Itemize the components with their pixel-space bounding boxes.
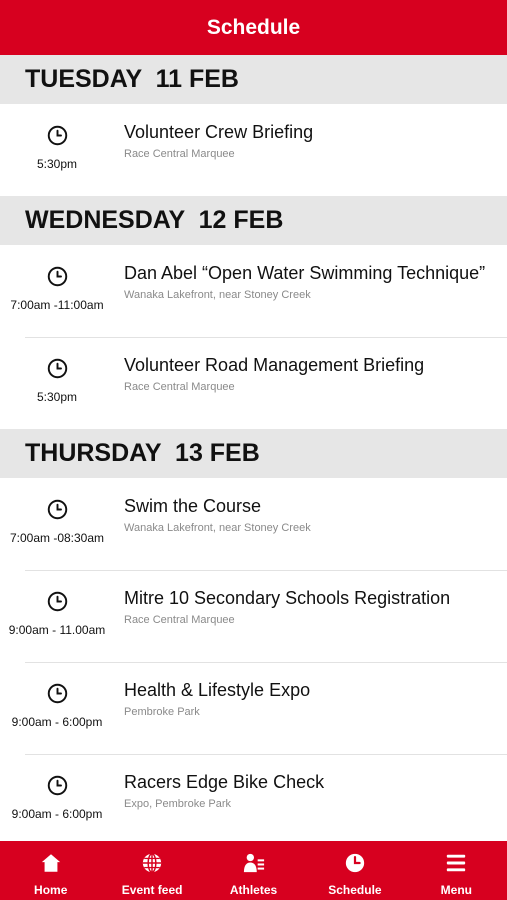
app-header: Schedule bbox=[0, 0, 507, 55]
globe-icon bbox=[142, 853, 162, 873]
event-item[interactable]: 9:00am - 11.00am Mitre 10 Secondary Scho… bbox=[0, 570, 507, 662]
event-time: 7:00am -11:00am bbox=[10, 298, 104, 312]
home-icon bbox=[41, 854, 60, 872]
event-location: Race Central Marquee bbox=[124, 614, 235, 626]
event-time: 7:00am -08:30am bbox=[9, 531, 105, 545]
clock-icon bbox=[47, 125, 68, 146]
clock-icon bbox=[47, 591, 68, 612]
day-header-thursday: THURSDAY 13 FEB bbox=[0, 429, 507, 478]
tab-home[interactable]: Home bbox=[0, 841, 101, 900]
bottom-tab-bar: Home Event feed Athletes Schedule Menu bbox=[0, 841, 507, 900]
event-item[interactable]: 7:00am -08:30am Swim the Course Wanaka L… bbox=[0, 478, 507, 570]
event-item[interactable]: 5:30pm Volunteer Road Management Briefin… bbox=[0, 337, 507, 429]
tab-label: Schedule bbox=[328, 883, 382, 897]
event-time: 5:30pm bbox=[36, 157, 78, 171]
day-header-wednesday: WEDNESDAY 12 FEB bbox=[0, 196, 507, 245]
event-title: Volunteer Road Management Briefing bbox=[124, 355, 425, 375]
event-item[interactable]: 9:00am - 6:00pm Racers Edge Bike Check E… bbox=[0, 754, 507, 841]
schedule-list[interactable]: TUESDAY 11 FEB 5:30pm Volunteer Crew Bri… bbox=[0, 55, 507, 841]
event-time: 5:30pm bbox=[36, 390, 78, 404]
page-title: Schedule bbox=[206, 15, 301, 39]
tab-label: Event feed bbox=[121, 883, 183, 897]
event-time: 9:00am - 6:00pm bbox=[11, 807, 103, 821]
event-item[interactable]: 7:00am -11:00am Dan Abel “Open Water Swi… bbox=[0, 245, 507, 337]
tab-schedule[interactable]: Schedule bbox=[304, 841, 405, 900]
clock-icon bbox=[47, 683, 68, 704]
tab-event-feed[interactable]: Event feed bbox=[101, 841, 202, 900]
event-time: 9:00am - 11.00am bbox=[8, 623, 106, 637]
tab-menu[interactable]: Menu bbox=[406, 841, 507, 900]
event-time-column: 5:30pm bbox=[0, 337, 114, 429]
clock-icon bbox=[47, 266, 68, 287]
event-location: Wanaka Lakefront, near Stoney Creek bbox=[124, 522, 311, 534]
app-screen: Schedule TUESDAY 11 FEB 5:30pm Volunteer… bbox=[0, 0, 507, 900]
event-title: Health & Lifestyle Expo bbox=[124, 680, 311, 700]
tab-label: Menu bbox=[440, 883, 472, 897]
event-location: Wanaka Lakefront, near Stoney Creek bbox=[124, 289, 311, 301]
event-time-column: 9:00am - 11.00am bbox=[0, 570, 114, 662]
event-item[interactable]: 5:30pm Volunteer Crew Briefing Race Cent… bbox=[0, 104, 507, 196]
day-header-tuesday: TUESDAY 11 FEB bbox=[0, 55, 507, 104]
clock-icon bbox=[47, 358, 68, 379]
event-location: Race Central Marquee bbox=[124, 148, 235, 160]
athletes-icon bbox=[243, 853, 264, 873]
event-time: 9:00am - 6:00pm bbox=[11, 715, 103, 729]
event-title: Dan Abel “Open Water Swimming Technique” bbox=[124, 263, 486, 283]
menu-icon bbox=[447, 854, 466, 872]
event-time-column: 7:00am -11:00am bbox=[0, 245, 114, 337]
event-title: Swim the Course bbox=[124, 496, 262, 516]
clock-icon bbox=[47, 499, 68, 520]
event-item[interactable]: 9:00am - 6:00pm Health & Lifestyle Expo … bbox=[0, 662, 507, 754]
tab-athletes[interactable]: Athletes bbox=[203, 841, 304, 900]
event-location: Expo, Pembroke Park bbox=[124, 798, 231, 810]
event-location: Race Central Marquee bbox=[124, 381, 235, 393]
event-title: Racers Edge Bike Check bbox=[124, 772, 325, 792]
tab-label: Home bbox=[34, 883, 68, 897]
event-time-column: 9:00am - 6:00pm bbox=[0, 754, 114, 841]
event-time-column: 9:00am - 6:00pm bbox=[0, 662, 114, 754]
event-time-column: 5:30pm bbox=[0, 104, 114, 196]
event-title: Volunteer Crew Briefing bbox=[124, 122, 314, 142]
clock-icon bbox=[47, 775, 68, 796]
tab-label: Athletes bbox=[229, 883, 278, 897]
event-location: Pembroke Park bbox=[124, 706, 200, 718]
event-title: Mitre 10 Secondary Schools Registration bbox=[124, 588, 451, 608]
clock-icon bbox=[345, 853, 365, 873]
event-time-column: 7:00am -08:30am bbox=[0, 478, 114, 570]
